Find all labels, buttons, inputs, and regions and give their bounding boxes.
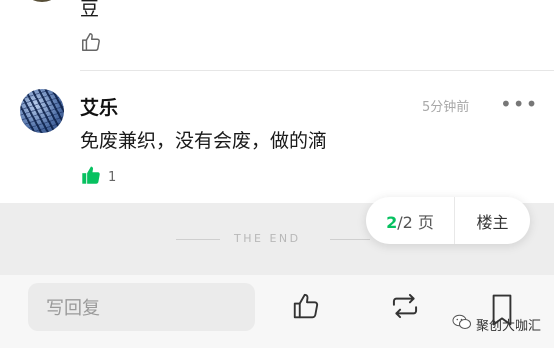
comment-text: 豆: [80, 0, 100, 20]
like-filled-icon: [80, 164, 102, 190]
divider: [330, 239, 370, 240]
divider: [176, 239, 220, 240]
like-outline-icon: [80, 31, 102, 53]
reply-input[interactable]: 写回复: [28, 283, 255, 331]
like-button[interactable]: [80, 31, 102, 53]
like-button[interactable]: [288, 290, 324, 326]
like-count: 1: [108, 169, 117, 185]
repost-icon: [389, 291, 421, 325]
avatar[interactable]: [20, 0, 64, 2]
watermark-text: 聚创大咖汇: [476, 318, 542, 334]
end-label: THE END: [234, 232, 301, 245]
comment-text: 免废兼织，没有会废，做的滴: [80, 130, 328, 152]
like-button[interactable]: 1: [80, 164, 116, 190]
like-outline-icon: [291, 291, 321, 325]
more-icon: •••: [500, 92, 539, 116]
current-page: 2: [386, 212, 398, 232]
page-navigator: 2/2 页 楼主: [366, 197, 530, 244]
avatar[interactable]: [20, 89, 64, 133]
page-indicator[interactable]: 2/2 页: [366, 209, 454, 233]
watermark: 聚创大咖汇: [452, 314, 541, 334]
page-total: /2 页: [397, 212, 434, 232]
more-button[interactable]: •••: [500, 92, 538, 116]
divider: [80, 70, 554, 71]
host-only-button[interactable]: 楼主: [455, 209, 530, 233]
repost-button[interactable]: [386, 290, 424, 326]
comment-time: 5分钟前: [422, 100, 470, 115]
wechat-icon: [452, 314, 472, 334]
reply-placeholder: 写回复: [46, 298, 100, 319]
author-name[interactable]: 艾乐: [80, 93, 118, 120]
